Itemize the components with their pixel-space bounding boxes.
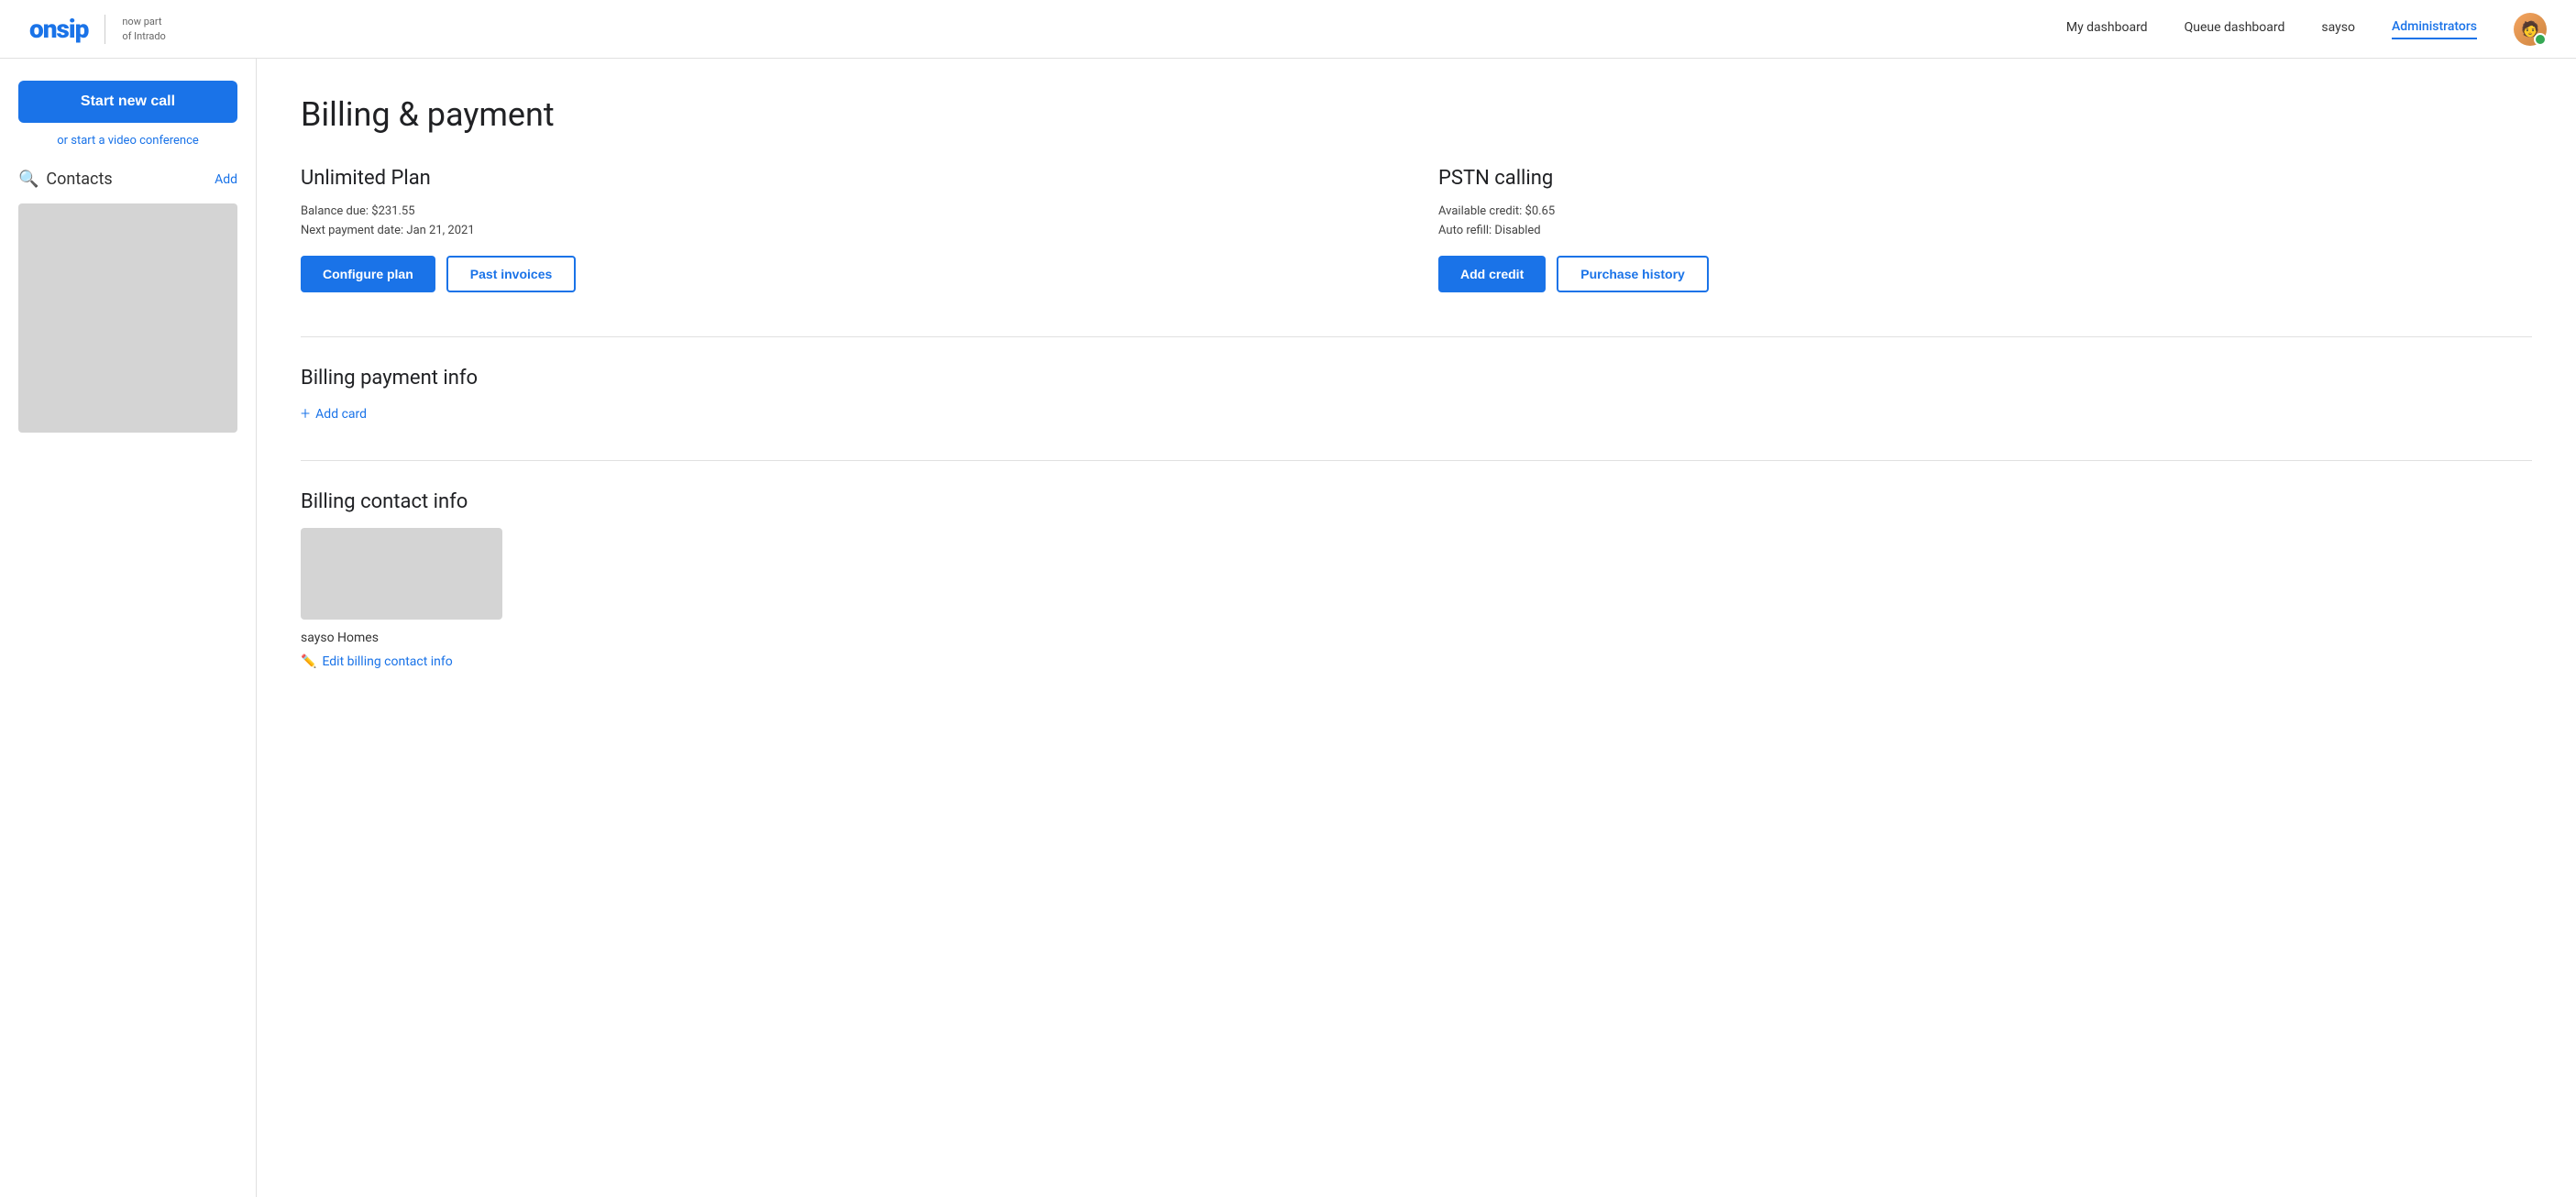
unlimited-plan-title: Unlimited Plan [301, 167, 1394, 190]
main-nav: My dashboard Queue dashboard sayso Admin… [2066, 13, 2547, 46]
page-title: Billing & payment [301, 95, 2532, 134]
contacts-list-placeholder [18, 203, 237, 433]
header: onsip now part of Intrado My dashboard Q… [0, 0, 2576, 59]
past-invoices-button[interactable]: Past invoices [446, 256, 577, 292]
search-icon[interactable]: 🔍 [18, 170, 39, 189]
nav-my-dashboard[interactable]: My dashboard [2066, 20, 2148, 38]
logo-sub: now part of Intrado [122, 15, 165, 43]
main-content: Billing & payment Unlimited Plan Balance… [257, 59, 2576, 1197]
billing-payment-section: Billing payment info + Add card [301, 367, 2532, 423]
plus-icon: + [301, 404, 310, 423]
edit-billing-contact-link[interactable]: ✏️ Edit billing contact info [301, 654, 2532, 669]
contacts-header: 🔍 Contacts Add [18, 170, 237, 189]
add-credit-button[interactable]: Add credit [1438, 256, 1546, 292]
page-layout: Start new call or start a video conferen… [0, 59, 2576, 1197]
contacts-title: Contacts [46, 170, 112, 189]
online-badge [2534, 33, 2547, 46]
billing-contact-placeholder [301, 528, 502, 620]
next-payment-date: Next payment date: Jan 21, 2021 [301, 224, 1394, 237]
pstn-actions: Add credit Purchase history [1438, 256, 2532, 292]
plan-actions: Configure plan Past invoices [301, 256, 1394, 292]
edit-billing-label: Edit billing contact info [322, 654, 452, 669]
divider-2 [301, 460, 2532, 461]
start-new-call-button[interactable]: Start new call [18, 81, 237, 123]
sidebar: Start new call or start a video conferen… [0, 59, 257, 1197]
auto-refill: Auto refill: Disabled [1438, 224, 2532, 237]
nav-sayso[interactable]: sayso [2321, 20, 2355, 38]
logo: onsip now part of Intrado [29, 14, 166, 44]
billing-contact-title: Billing contact info [301, 490, 2532, 513]
nav-queue-dashboard[interactable]: Queue dashboard [2185, 20, 2285, 38]
balance-due: Balance due: $231.55 [301, 204, 1394, 218]
billing-payment-title: Billing payment info [301, 367, 2532, 390]
divider-1 [301, 336, 2532, 337]
video-conference-link[interactable]: or start a video conference [18, 134, 237, 148]
add-card-label: Add card [315, 407, 367, 422]
pencil-icon: ✏️ [301, 654, 316, 669]
onsip-brand: onsip [29, 14, 88, 44]
contacts-left: 🔍 Contacts [18, 170, 113, 189]
pstn-title: PSTN calling [1438, 167, 2532, 190]
add-card-link[interactable]: + Add card [301, 404, 2532, 423]
billing-contact-section: Billing contact info sayso Homes ✏️ Edit… [301, 490, 2532, 669]
company-name: sayso Homes [301, 631, 2532, 645]
configure-plan-button[interactable]: Configure plan [301, 256, 435, 292]
pstn-section: PSTN calling Available credit: $0.65 Aut… [1438, 167, 2532, 292]
purchase-history-button[interactable]: Purchase history [1557, 256, 1709, 292]
add-contact-link[interactable]: Add [215, 172, 237, 187]
avatar[interactable]: 🧑 [2514, 13, 2547, 46]
billing-grid: Unlimited Plan Balance due: $231.55 Next… [301, 167, 2532, 292]
nav-administrators[interactable]: Administrators [2392, 19, 2477, 39]
unlimited-plan-section: Unlimited Plan Balance due: $231.55 Next… [301, 167, 1394, 292]
available-credit: Available credit: $0.65 [1438, 204, 2532, 218]
